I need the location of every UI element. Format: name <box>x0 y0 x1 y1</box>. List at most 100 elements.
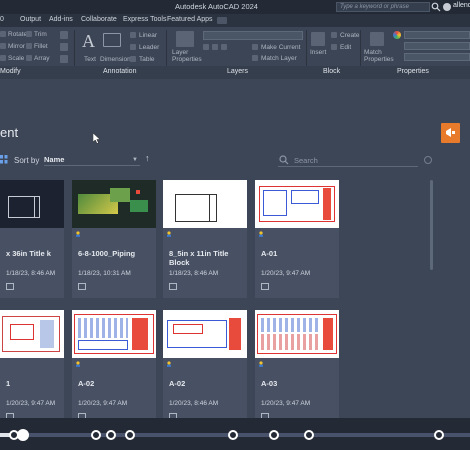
tab-toggle-icon[interactable] <box>217 17 227 24</box>
make-current-icon[interactable] <box>252 44 258 50</box>
panel-layers[interactable]: Layers <box>227 68 248 75</box>
dimension-icon[interactable] <box>103 33 121 47</box>
copy-icon[interactable] <box>60 43 68 51</box>
timeline-marker[interactable] <box>125 430 135 440</box>
dimension-label[interactable]: Dimension <box>100 56 131 63</box>
leader-label[interactable]: Leader <box>139 44 159 51</box>
linetype-dropdown[interactable] <box>404 42 470 50</box>
erase-icon[interactable] <box>60 31 68 39</box>
tab-featured-apps[interactable]: Featured Apps <box>167 16 213 23</box>
text-icon[interactable]: A <box>82 31 95 52</box>
layer-dropdown[interactable] <box>203 31 303 40</box>
timeline-marker[interactable] <box>106 430 116 440</box>
timeline-marker[interactable] <box>91 430 101 440</box>
fillet-icon[interactable] <box>26 43 32 49</box>
user-name[interactable]: allend <box>453 2 470 9</box>
table-icon[interactable] <box>130 56 136 62</box>
trim-label[interactable]: Trim <box>34 31 47 38</box>
linear-label[interactable]: Linear <box>139 32 157 39</box>
file-card[interactable]: 6-8-1000_Piping 1/18/23, 10:31 AM <box>72 180 156 298</box>
color-wheel-icon[interactable] <box>393 31 401 39</box>
search-icon[interactable] <box>431 2 441 12</box>
panel-block[interactable]: Block <box>323 68 340 75</box>
separator <box>306 30 307 66</box>
make-current-label[interactable]: Make Current <box>261 44 300 51</box>
layer-icon[interactable] <box>212 44 218 50</box>
help-search-input[interactable]: Type a keyword or phrase <box>336 2 430 12</box>
tab-output[interactable]: Output <box>20 16 41 23</box>
rotate-icon[interactable] <box>0 31 6 37</box>
search-placeholder: Search <box>294 156 318 165</box>
array-label[interactable]: Array <box>34 55 50 62</box>
edit-block-icon[interactable] <box>331 44 337 50</box>
timeline-marker[interactable] <box>228 430 238 440</box>
tab-collaborate[interactable]: Collaborate <box>81 16 117 23</box>
settings-icon[interactable] <box>424 156 432 164</box>
linear-icon[interactable] <box>130 32 136 38</box>
file-card[interactable]: 8_5in x 11in Title Block 1/18/23, 8:46 A… <box>163 180 247 298</box>
file-date: 1/20/23, 9:47 AM <box>6 400 56 407</box>
separator <box>360 30 361 66</box>
file-date: 1/18/23, 10:31 AM <box>78 270 131 277</box>
file-card[interactable]: A-02 1/20/23, 9:47 AM <box>72 310 156 428</box>
search-icon <box>279 155 289 165</box>
insert-block-icon[interactable] <box>311 32 325 46</box>
fillet-label[interactable]: Fillet <box>34 43 48 50</box>
rotate-label[interactable]: Rotate <box>8 31 27 38</box>
file-search-input[interactable]: Search <box>278 154 418 167</box>
file-card[interactable]: A-01 1/20/23, 9:47 AM <box>255 180 339 298</box>
panel-annotation[interactable]: Annotation <box>103 68 136 75</box>
layer-icon[interactable] <box>203 44 209 50</box>
insert-label[interactable]: Insert <box>310 49 326 56</box>
file-name: x 36in Title k <box>6 249 51 258</box>
match-layer-icon[interactable] <box>252 55 258 61</box>
layer-icon[interactable] <box>221 44 227 50</box>
feedback-button[interactable] <box>441 123 460 143</box>
scrollbar[interactable] <box>430 180 433 270</box>
file-thumbnail <box>255 180 339 228</box>
timeline-marker[interactable] <box>304 430 314 440</box>
text-label[interactable]: Text <box>84 56 96 63</box>
grid-view-icon[interactable] <box>0 155 8 164</box>
lineweight-dropdown[interactable] <box>404 53 470 61</box>
panel-properties[interactable]: Properties <box>397 68 429 75</box>
monitor-icon <box>169 283 177 290</box>
file-card[interactable]: x 36in Title k 1/18/23, 8:46 AM <box>0 180 64 298</box>
timeline-marker[interactable] <box>434 430 444 440</box>
match-layer-label[interactable]: Match Layer <box>261 55 297 62</box>
file-card[interactable]: A-03 1/20/23, 9:47 AM <box>255 310 339 428</box>
leader-icon[interactable] <box>130 44 136 50</box>
mirror-icon[interactable] <box>0 43 6 49</box>
timeline-marker[interactable] <box>269 430 279 440</box>
timeline-knob[interactable] <box>17 429 29 441</box>
table-label[interactable]: Table <box>139 56 155 63</box>
tab-add-ins[interactable]: Add-ins <box>49 16 73 23</box>
offset-icon[interactable] <box>60 55 68 63</box>
mirror-label[interactable]: Mirror <box>8 43 25 50</box>
match-properties-icon[interactable] <box>370 32 384 46</box>
trim-icon[interactable] <box>26 31 32 37</box>
create-label[interactable]: Create <box>340 32 360 39</box>
mouse-cursor-icon <box>93 133 101 144</box>
scale-icon[interactable] <box>0 55 6 61</box>
file-card[interactable]: A-02 1/20/23, 8:46 AM <box>163 310 247 428</box>
file-name: 1 <box>6 379 11 388</box>
color-dropdown[interactable] <box>404 31 470 39</box>
sort-direction-icon[interactable]: ↑ <box>145 153 150 163</box>
app-title: Autodesk AutoCAD 2024 <box>175 2 258 11</box>
layer-properties-label[interactable]: Layer Properties <box>172 49 202 63</box>
sort-select[interactable]: Name ▼ <box>44 154 140 166</box>
edit-label[interactable]: Edit <box>340 44 351 51</box>
tab-0[interactable]: 0 <box>0 16 4 23</box>
create-block-icon[interactable] <box>331 32 337 38</box>
file-thumbnail <box>72 180 156 228</box>
user-icon[interactable] <box>443 3 451 11</box>
array-icon[interactable] <box>26 55 32 61</box>
tab-express-tools[interactable]: Express Tools <box>123 16 166 23</box>
file-card[interactable]: 1 1/20/23, 9:47 AM <box>0 310 64 428</box>
panel-modify[interactable]: Modify <box>0 68 21 75</box>
match-properties-label[interactable]: Match Properties <box>364 49 394 63</box>
scale-label[interactable]: Scale <box>8 55 24 62</box>
video-timeline[interactable] <box>0 418 470 450</box>
layer-properties-icon[interactable] <box>176 31 194 47</box>
